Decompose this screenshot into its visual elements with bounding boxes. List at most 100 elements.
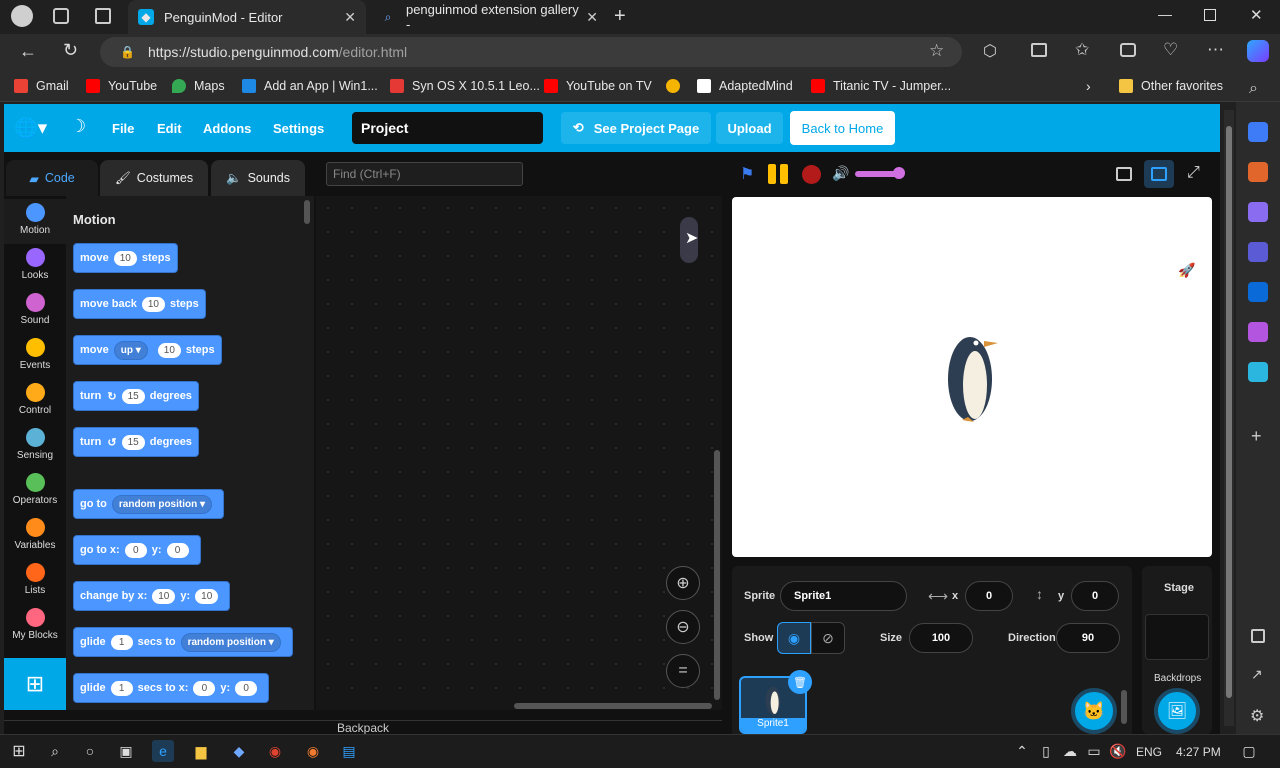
normal-stage-icon[interactable] (1144, 160, 1174, 188)
more-menu-icon[interactable]: ⋯ (1207, 40, 1224, 60)
block-move-direction[interactable]: move up ▾ 10 steps (73, 335, 222, 365)
volume-mute-icon[interactable]: 🔇 (1107, 740, 1129, 762)
block-glide-to[interactable]: glide 1 secs to random position ▾ (73, 627, 293, 657)
block-dropdown[interactable]: random position ▾ (111, 494, 213, 514)
collections-icon[interactable] (1120, 43, 1136, 57)
block-dropdown[interactable]: up ▾ (113, 340, 148, 360)
block-turn-right[interactable]: turn ↻ 15 degrees (73, 381, 199, 411)
block-input[interactable]: 10 (195, 588, 219, 604)
block-change-by[interactable]: change by x: 10 y: 10 (73, 581, 231, 611)
block-go-to-xy[interactable]: go to x: 0 y: 0 (73, 535, 201, 565)
block-glide-xy[interactable]: glide 1 secs to x: 0 y: 0 (73, 673, 270, 703)
block-input[interactable]: 10 (141, 296, 165, 312)
tab-code[interactable]: ▰ Code (6, 160, 98, 196)
copilot-icon[interactable] (1247, 40, 1269, 62)
fav-other-favorites[interactable]: Other favorites (1119, 70, 1223, 102)
find-input[interactable]: Find (Ctrl+F) (326, 162, 523, 186)
block-input[interactable]: 0 (124, 542, 147, 558)
theme-moon-icon[interactable]: ☽ (70, 116, 86, 137)
direction-input[interactable]: 90 (1056, 623, 1120, 653)
performance-icon[interactable]: ♡ (1163, 40, 1178, 60)
block-dropdown[interactable]: random position ▾ (180, 632, 281, 652)
volume-icon[interactable]: 🔊 (832, 165, 849, 182)
fav-maps[interactable]: Maps (172, 70, 225, 102)
block-input[interactable]: 10 (157, 342, 181, 358)
task-view-icon[interactable]: ▣ (115, 740, 137, 762)
workspaces-icon[interactable] (53, 8, 69, 24)
language-globe-icon[interactable]: 🌐▾ (14, 116, 47, 140)
edge-taskbar-icon[interactable]: e (152, 740, 174, 762)
stage-thumbnail[interactable] (1145, 614, 1209, 660)
clock[interactable]: 4:27 PM (1176, 745, 1221, 759)
palette-scrollbar[interactable] (304, 200, 310, 224)
category-sound[interactable]: Sound (4, 289, 66, 334)
favorite-star-icon[interactable]: ☆ (929, 41, 944, 61)
back-to-home-button[interactable]: Back to Home (790, 111, 895, 145)
zoom-reset-icon[interactable]: = (666, 654, 700, 688)
block-move-back[interactable]: move back 10 steps (73, 289, 206, 319)
restore-button[interactable] (1204, 9, 1216, 21)
category-control[interactable]: Control (4, 379, 66, 424)
block-input[interactable]: 15 (121, 388, 145, 404)
extensions-icon[interactable]: ⬡ (983, 41, 997, 61)
sprite-name-input[interactable]: Sprite1 (780, 581, 907, 611)
tab-extension-gallery[interactable]: ⌕ penguinmod extension gallery - ✕ (370, 0, 608, 34)
block-input[interactable]: 0 (193, 680, 216, 696)
block-input[interactable]: 0 (235, 680, 258, 696)
block-input[interactable]: 10 (152, 588, 176, 604)
add-backdrop-button[interactable]: 🖼 (1154, 688, 1200, 734)
split-screen-icon[interactable] (1031, 43, 1047, 57)
category-sensing[interactable]: Sensing (4, 424, 66, 469)
send-icon[interactable] (1248, 362, 1268, 382)
fav-syn-os[interactable]: Syn OS X 10.5.1 Leo... (390, 70, 540, 102)
app3-taskbar-icon[interactable]: ▤ (338, 740, 360, 762)
block-move-steps[interactable]: move 10 steps (73, 243, 178, 273)
y-input[interactable]: 0 (1071, 581, 1119, 611)
add-sprite-button[interactable]: 🐱 (1071, 688, 1117, 734)
stage-canvas[interactable]: 🚀 (732, 197, 1212, 557)
file-explorer-icon[interactable]: ▆ (190, 740, 212, 762)
tray-chevron-icon[interactable]: ⌃ (1011, 740, 1033, 762)
designer-icon[interactable] (1248, 322, 1268, 342)
close-icon[interactable]: ✕ (344, 9, 356, 26)
chrome-icon[interactable]: ◉ (264, 740, 286, 762)
fav-add-an-app[interactable]: Add an App | Win1... (242, 70, 378, 102)
add-extension-button[interactable]: ⊞ (4, 658, 66, 710)
start-icon[interactable]: ⊞ (8, 740, 30, 762)
profile-avatar[interactable] (11, 5, 33, 27)
category-lists[interactable]: Lists (4, 559, 66, 604)
close-icon[interactable]: ✕ (586, 9, 598, 26)
tab-actions-icon[interactable] (95, 8, 111, 24)
rocket-icon[interactable]: 🚀 (1178, 262, 1195, 279)
page-scroll-thumb[interactable] (1226, 126, 1232, 698)
sidebar-panel-icon[interactable] (1251, 629, 1265, 643)
new-tab-button[interactable]: + (614, 5, 626, 28)
zoom-out-icon[interactable]: ⊖ (666, 610, 700, 644)
block-input[interactable]: 0 (166, 542, 189, 558)
outlook-icon[interactable] (1248, 282, 1268, 302)
category-operators[interactable]: Operators (4, 469, 66, 514)
menu-edit[interactable]: Edit (157, 104, 182, 152)
favorites-icon[interactable]: ✩ (1075, 40, 1089, 60)
settings-gear-icon[interactable]: ⚙ (1250, 706, 1264, 726)
volume-slider-knob[interactable] (893, 167, 905, 179)
copilot-sidebar-icon[interactable] (1248, 242, 1268, 262)
green-flag-icon[interactable]: ⚑ (740, 164, 754, 184)
tab-costumes[interactable]: 🖌 Costumes (100, 160, 208, 196)
menu-file[interactable]: File (112, 104, 134, 152)
pause-icon[interactable] (768, 164, 788, 184)
block-input[interactable]: 1 (110, 680, 133, 696)
menu-settings[interactable]: Settings (273, 104, 324, 152)
script-workspace[interactable] (316, 196, 722, 710)
fav-adaptedmind[interactable]: AdaptedMind (697, 70, 793, 102)
back-icon[interactable]: ← (19, 41, 37, 62)
more-favorites-chevron-icon[interactable]: › (1086, 70, 1091, 102)
external-link-icon[interactable]: ↗ (1251, 666, 1263, 683)
cortana-icon[interactable]: ○ (79, 740, 101, 762)
workspace-horizontal-scrollbar[interactable] (514, 703, 712, 709)
tray-network-icon[interactable]: ▯ (1035, 740, 1057, 762)
tray-wifi-icon[interactable]: ▭ (1083, 740, 1105, 762)
fav-titanic-tv[interactable]: Titanic TV - Jumper... (811, 70, 951, 102)
block-input[interactable]: 1 (110, 634, 133, 650)
project-name-input[interactable]: Project (352, 112, 543, 144)
